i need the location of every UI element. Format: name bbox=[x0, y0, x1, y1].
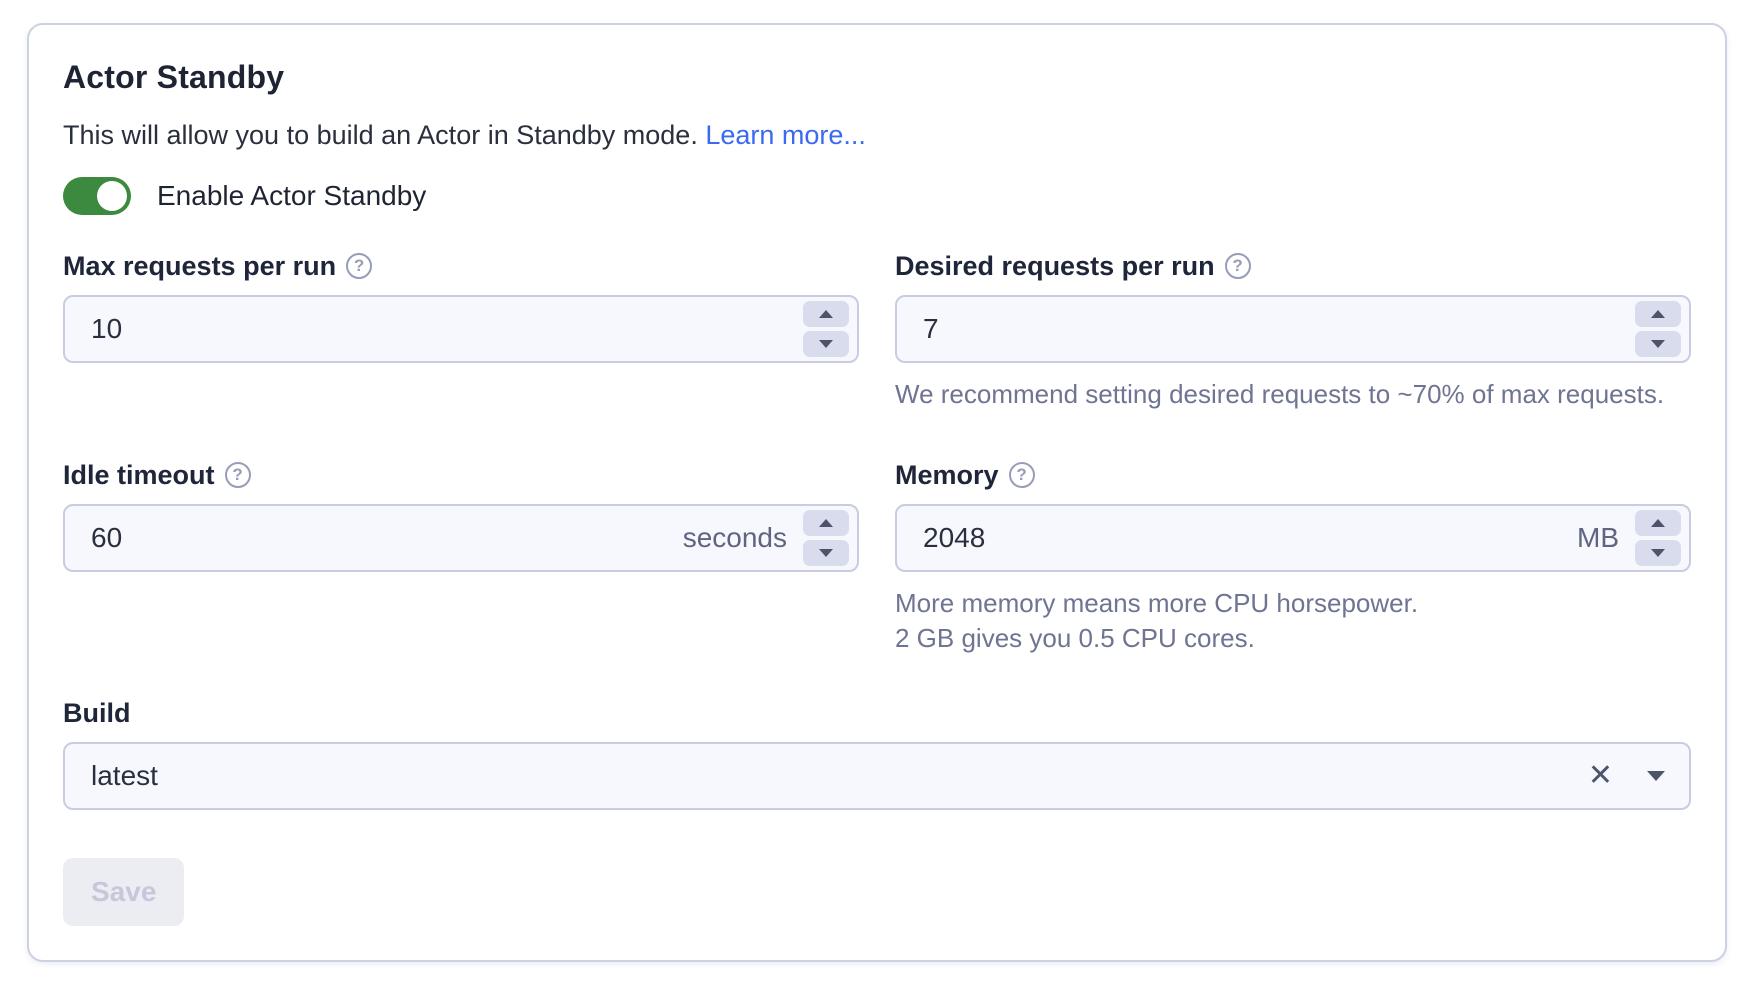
memory-inputbox: MB bbox=[895, 504, 1691, 572]
chevron-down-icon[interactable] bbox=[1647, 771, 1665, 781]
max-requests-label: Max requests per run bbox=[63, 251, 336, 282]
stepper-up-button[interactable] bbox=[1635, 510, 1681, 536]
build-input[interactable] bbox=[65, 744, 1588, 808]
help-icon[interactable]: ? bbox=[1009, 462, 1035, 488]
memory-helper-line: More memory means more CPU horsepower. bbox=[895, 586, 1691, 621]
arrow-up-icon bbox=[1651, 519, 1665, 527]
stepper-down-button[interactable] bbox=[803, 331, 849, 357]
max-requests-inputbox bbox=[63, 295, 859, 363]
desired-requests-inputbox bbox=[895, 295, 1691, 363]
clear-icon[interactable]: ✕ bbox=[1588, 761, 1613, 791]
desired-requests-label: Desired requests per run bbox=[895, 251, 1215, 282]
idle-timeout-unit: seconds bbox=[683, 522, 787, 554]
stepper-up-button[interactable] bbox=[1635, 301, 1681, 327]
field-max-requests: Max requests per run ? bbox=[63, 249, 859, 363]
stepper-up-button[interactable] bbox=[803, 301, 849, 327]
memory-input[interactable] bbox=[897, 506, 1577, 570]
max-requests-input[interactable] bbox=[65, 297, 803, 361]
section-description: This will allow you to build an Actor in… bbox=[63, 120, 1691, 151]
toggle-knob-icon bbox=[97, 181, 127, 211]
stepper-down-button[interactable] bbox=[803, 540, 849, 566]
learn-more-link[interactable]: Learn more... bbox=[705, 120, 866, 150]
arrow-up-icon bbox=[1651, 310, 1665, 318]
arrow-up-icon bbox=[819, 519, 833, 527]
enable-standby-toggle[interactable] bbox=[63, 177, 131, 215]
save-button[interactable]: Save bbox=[63, 858, 184, 926]
stepper-up-button[interactable] bbox=[803, 510, 849, 536]
desired-requests-helper: We recommend setting desired requests to… bbox=[895, 377, 1691, 412]
arrow-down-icon bbox=[1651, 340, 1665, 348]
field-desired-requests: Desired requests per run ? We recommend … bbox=[895, 249, 1691, 412]
field-build: Build ✕ bbox=[63, 696, 1691, 810]
actor-standby-card: Actor Standby This will allow you to bui… bbox=[27, 23, 1727, 962]
desired-requests-input[interactable] bbox=[897, 297, 1635, 361]
memory-helper-line: 2 GB gives you 0.5 CPU cores. bbox=[895, 621, 1691, 656]
arrow-up-icon bbox=[819, 310, 833, 318]
build-select[interactable]: ✕ bbox=[63, 742, 1691, 810]
section-title: Actor Standby bbox=[63, 59, 1691, 96]
memory-helper: More memory means more CPU horsepower. 2… bbox=[895, 586, 1691, 656]
field-idle-timeout: Idle timeout ? seconds bbox=[63, 458, 859, 572]
toggle-label: Enable Actor Standby bbox=[157, 180, 426, 212]
idle-timeout-input[interactable] bbox=[65, 506, 683, 570]
fields-grid: Max requests per run ? Desired requests … bbox=[63, 249, 1691, 656]
help-icon[interactable]: ? bbox=[346, 253, 372, 279]
build-label: Build bbox=[63, 698, 131, 729]
stepper-down-button[interactable] bbox=[1635, 331, 1681, 357]
idle-timeout-label: Idle timeout bbox=[63, 460, 215, 491]
enable-standby-row: Enable Actor Standby bbox=[63, 177, 1691, 215]
help-icon[interactable]: ? bbox=[1225, 253, 1251, 279]
field-memory: Memory ? MB More memory means more CPU h… bbox=[895, 458, 1691, 656]
arrow-down-icon bbox=[1651, 549, 1665, 557]
memory-unit: MB bbox=[1577, 522, 1619, 554]
arrow-down-icon bbox=[819, 549, 833, 557]
idle-timeout-inputbox: seconds bbox=[63, 504, 859, 572]
memory-label: Memory bbox=[895, 460, 999, 491]
arrow-down-icon bbox=[819, 340, 833, 348]
description-text: This will allow you to build an Actor in… bbox=[63, 120, 698, 150]
help-icon[interactable]: ? bbox=[225, 462, 251, 488]
stepper-down-button[interactable] bbox=[1635, 540, 1681, 566]
